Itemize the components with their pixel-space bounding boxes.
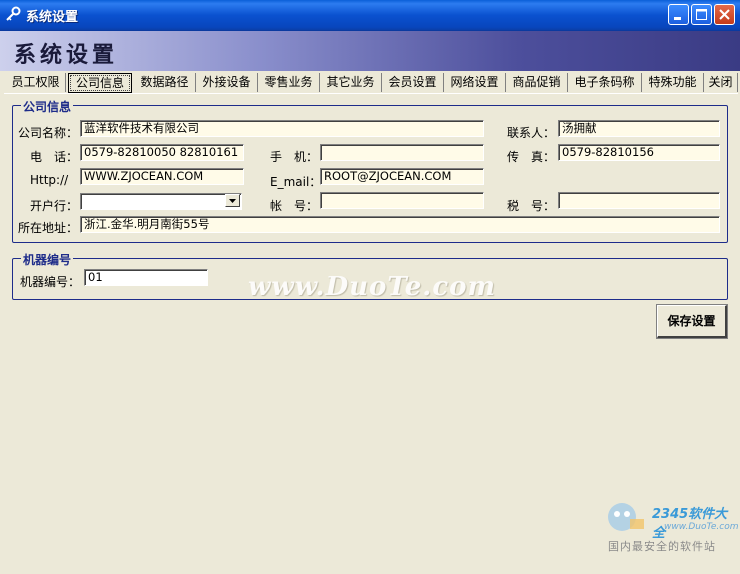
tab-strip: 员工权限 公司信息 数据路径 外接设备 零售业务 其它业务 会员设置 网络设置 … <box>4 73 740 93</box>
mascot-icon <box>608 503 644 531</box>
chevron-down-icon <box>229 199 236 203</box>
window-title: 系统设置 <box>26 10 79 25</box>
mobile-label: 手 机： <box>270 150 319 164</box>
contact-field[interactable]: 汤拥献 <box>558 120 720 137</box>
contact-label: 联系人： <box>507 126 556 140</box>
maximize-button[interactable] <box>691 4 712 25</box>
company-name-field[interactable]: 蓝洋软件技术有限公司 <box>80 120 484 137</box>
tab-staff-permissions[interactable]: 员工权限 <box>6 73 66 92</box>
maximize-icon <box>696 9 707 20</box>
tab-close[interactable]: 关闭 <box>704 73 738 92</box>
brand-line3: 国内最安全的软件站 <box>608 540 716 553</box>
tab-special-functions[interactable]: 特殊功能 <box>642 73 704 92</box>
tab-electronic-scale[interactable]: 电子条码称 <box>568 73 642 92</box>
website-field[interactable]: WWW.ZJOCEAN.COM <box>80 168 244 185</box>
email-label: E_mail： <box>270 175 322 189</box>
tab-company-info[interactable]: 公司信息 <box>68 73 132 93</box>
tab-network-settings[interactable]: 网络设置 <box>444 73 506 92</box>
title-bar: 系统设置 <box>0 0 740 31</box>
minimize-icon <box>674 17 681 20</box>
phone-field[interactable]: 0579-82810050 82810161 <box>80 144 244 161</box>
company-name-label: 公司名称： <box>18 126 79 140</box>
bank-dropdown-button[interactable] <box>225 194 240 207</box>
brand-watermark: 2345软件大全 www.DuoTe.com 国内最安全的软件站 <box>598 495 739 555</box>
machine-number-label: 机器编号： <box>20 275 81 289</box>
tax-label: 税 号： <box>507 199 556 213</box>
key-icon <box>6 6 21 21</box>
tab-retail-business[interactable]: 零售业务 <box>258 73 320 92</box>
address-label: 所在地址： <box>18 221 79 235</box>
address-field[interactable]: 浙江.金华.明月南街55号 <box>80 216 720 233</box>
company-info-group-title: 公司信息 <box>21 98 74 115</box>
bank-select[interactable] <box>80 193 242 210</box>
fax-label: 传 真： <box>507 150 556 164</box>
close-icon <box>719 9 730 20</box>
machine-number-group-title: 机器编号 <box>21 251 74 268</box>
phone-label: 电 话： <box>30 150 79 164</box>
account-label: 帐 号： <box>270 199 319 213</box>
tab-member-settings[interactable]: 会员设置 <box>382 73 444 92</box>
mobile-field[interactable] <box>320 144 484 161</box>
tab-other-business[interactable]: 其它业务 <box>320 73 382 92</box>
brand-line2: www.DuoTe.com <box>664 522 739 532</box>
account-field[interactable] <box>320 192 484 209</box>
fax-field[interactable]: 0579-82810156 <box>558 144 720 161</box>
tab-product-promotion[interactable]: 商品促销 <box>506 73 568 92</box>
http-label: Http:// <box>30 173 69 187</box>
tab-external-devices[interactable]: 外接设备 <box>196 73 258 92</box>
tab-panel-border <box>4 93 738 94</box>
save-settings-button[interactable]: 保存设置 <box>656 304 728 339</box>
bank-label: 开户行： <box>30 199 79 213</box>
header-banner: 系统设置 <box>0 31 740 71</box>
tab-data-path[interactable]: 数据路径 <box>134 73 196 92</box>
minimize-button[interactable] <box>668 4 689 25</box>
tax-field[interactable] <box>558 192 720 209</box>
email-field[interactable]: ROOT@ZJOCEAN.COM <box>320 168 484 185</box>
page-title: 系统设置 <box>14 42 119 68</box>
watermark-text: www.DuoTe.com <box>248 272 497 302</box>
machine-number-field[interactable]: 01 <box>84 269 208 286</box>
close-button[interactable] <box>714 4 735 25</box>
